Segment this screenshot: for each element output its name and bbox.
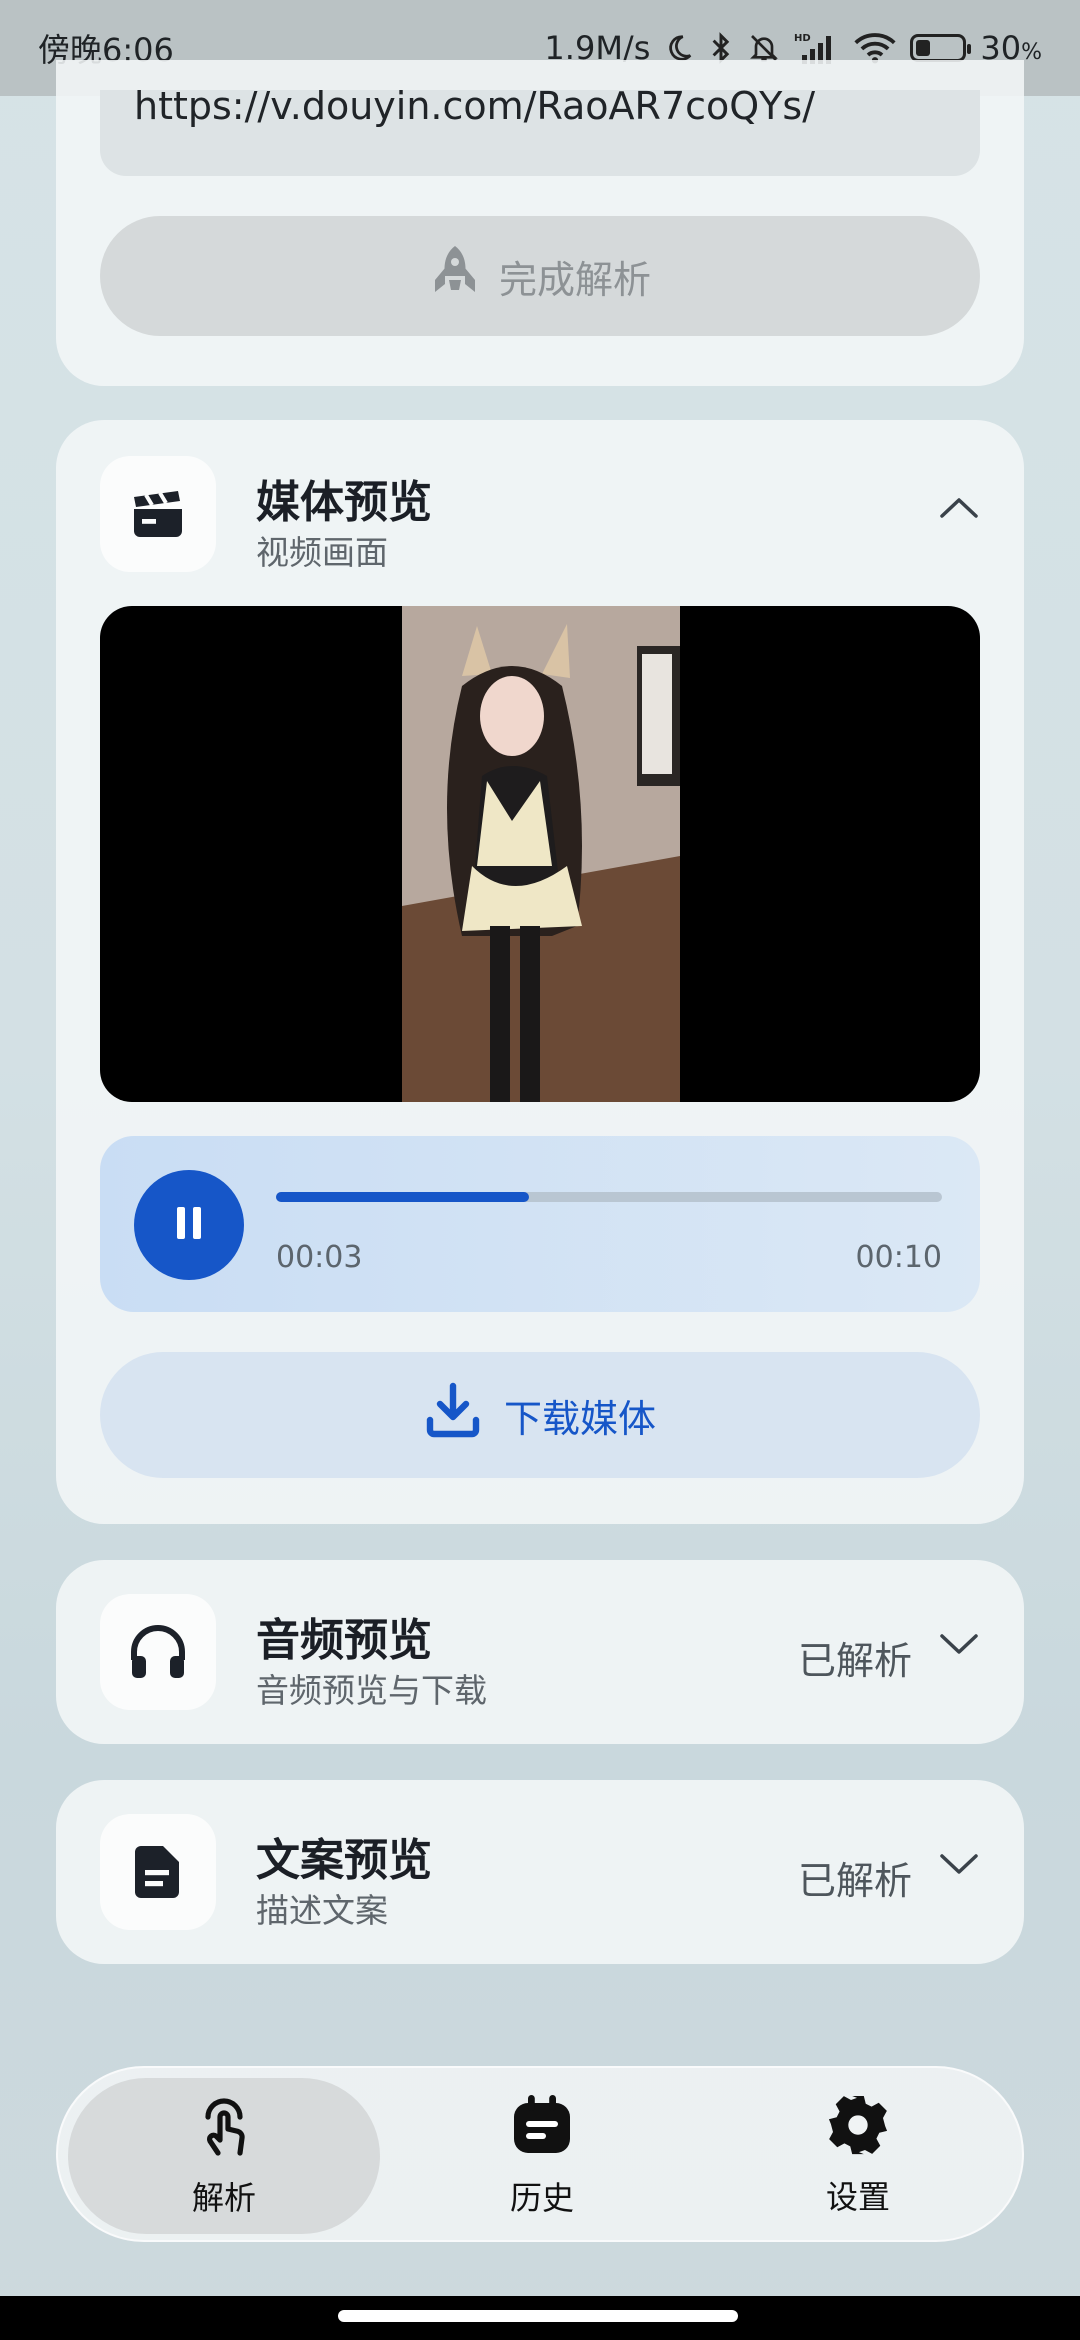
chevron-up-icon[interactable]: [938, 494, 980, 524]
pause-icon: [174, 1205, 204, 1245]
text-status-label: 已解析: [797, 1859, 912, 1903]
svg-text:HD: HD: [794, 33, 811, 44]
pause-button[interactable]: [134, 1170, 244, 1280]
audio-preview-subtitle: 音频预览与下载: [256, 1671, 487, 1710]
media-preview-subtitle: 视频画面: [256, 533, 388, 572]
parse-card: https://v.douyin.com/RaoAR7coQYs/ 完成解析: [56, 60, 1024, 386]
nav-item-parse[interactable]: 解析: [68, 2078, 380, 2234]
current-time: 00:03: [276, 1240, 363, 1275]
audio-preview-card[interactable]: 音频预览 音频预览与下载 已解析: [56, 1560, 1024, 1744]
audio-preview-title: 音频预览: [256, 1615, 432, 1666]
nav-label-history: 历史: [509, 2179, 574, 2217]
media-preview-card: 媒体预览 视频画面 00:03 00:10 下载媒体: [56, 420, 1024, 1524]
chevron-down-icon[interactable]: [938, 1852, 980, 1882]
battery-icon: [910, 34, 972, 62]
duration: 00:10: [855, 1240, 942, 1275]
gesture-bar: [0, 2296, 1080, 2340]
audio-preview-header[interactable]: 音频预览 音频预览与下载 已解析: [100, 1594, 980, 1712]
text-preview-header[interactable]: 文案预览 描述文案 已解析: [100, 1814, 980, 1932]
video-preview[interactable]: [100, 606, 980, 1102]
media-preview-title: 媒体预览: [256, 477, 432, 528]
chevron-down-icon[interactable]: [938, 1632, 980, 1662]
clapperboard-icon: [100, 456, 216, 572]
touch-icon: [196, 2093, 252, 2165]
progress-slider[interactable]: [276, 1192, 942, 1202]
url-text: https://v.douyin.com/RaoAR7coQYs/: [134, 84, 815, 128]
text-preview-card[interactable]: 文案预览 描述文案 已解析: [56, 1780, 1024, 1964]
text-preview-title: 文案预览: [256, 1835, 432, 1886]
download-icon: [424, 1382, 482, 1449]
moon-icon: [664, 33, 694, 63]
nav-label-settings: 设置: [825, 2178, 890, 2216]
audio-status-label: 已解析: [797, 1639, 912, 1683]
url-input[interactable]: https://v.douyin.com/RaoAR7coQYs/: [100, 84, 980, 176]
gear-icon: [827, 2094, 889, 2164]
home-indicator[interactable]: [338, 2310, 738, 2322]
headphones-icon: [100, 1594, 216, 1710]
video-frame: [402, 606, 680, 1102]
text-preview-subtitle: 描述文案: [256, 1891, 388, 1930]
nav-item-history[interactable]: 历史: [386, 2078, 698, 2234]
parse-complete-button[interactable]: 完成解析: [100, 216, 980, 336]
bottom-nav: 解析 历史 设置: [56, 2066, 1024, 2242]
media-player: 00:03 00:10: [100, 1136, 980, 1312]
parse-button-label: 完成解析: [498, 257, 651, 302]
rocket-icon: [429, 244, 481, 309]
nav-label-parse: 解析: [191, 2179, 256, 2217]
progress-fill: [276, 1192, 530, 1202]
document-icon: [100, 1814, 216, 1930]
download-media-button[interactable]: 下载媒体: [100, 1352, 980, 1478]
download-label: 下载媒体: [503, 1396, 656, 1441]
calendar-icon: [510, 2093, 574, 2165]
media-preview-header[interactable]: 媒体预览 视频画面: [100, 456, 980, 574]
nav-item-settings[interactable]: 设置: [702, 2078, 1014, 2234]
